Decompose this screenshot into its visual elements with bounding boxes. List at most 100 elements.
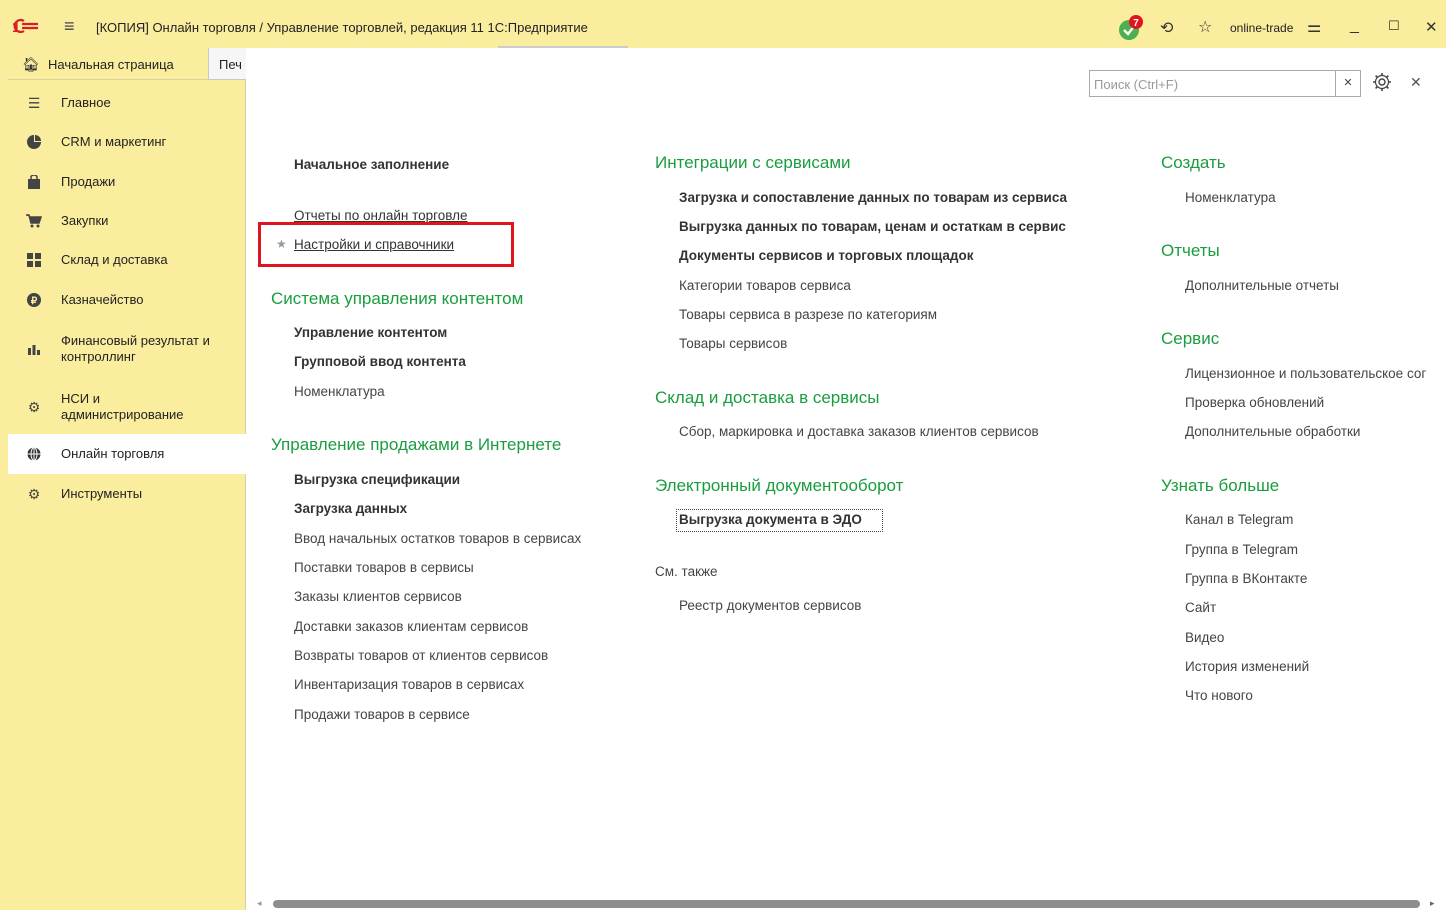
- search-placeholder: Поиск (Ctrl+F): [1094, 77, 1179, 92]
- search-input[interactable]: Поиск (Ctrl+F) ✕: [1089, 70, 1361, 97]
- link-sales-item[interactable]: Продажи товаров в сервисе: [294, 707, 470, 722]
- link-sales-item[interactable]: Заказы клиентов сервисов: [294, 589, 462, 604]
- sidebar-item-label: Казначейство: [61, 292, 144, 307]
- link-edo-item[interactable]: Выгрузка документа в ЭДО: [679, 512, 862, 527]
- link-integration-item[interactable]: Документы сервисов и торговых площадок: [679, 248, 974, 263]
- link-integration-item[interactable]: Товары сервисов: [679, 336, 787, 351]
- link-service-item[interactable]: Проверка обновлений: [1185, 395, 1324, 410]
- sidebar-item-online-trade[interactable]: Онлайн торговля: [8, 434, 246, 474]
- link-more-item[interactable]: Что нового: [1185, 688, 1253, 703]
- maximize-icon[interactable]: ☐: [1388, 18, 1400, 34]
- link-sales-item[interactable]: Загрузка данных: [294, 501, 407, 516]
- link-sales-item[interactable]: Ввод начальных остатков товаров в сервис…: [294, 531, 581, 546]
- link-initial-fill[interactable]: Начальное заполнение: [294, 157, 449, 172]
- sidebar-item-finance[interactable]: Финансовый результат и контроллинг: [8, 329, 246, 369]
- link-more-item[interactable]: История изменений: [1185, 659, 1309, 674]
- link-sales-item[interactable]: Доставки заказов клиентам сервисов: [294, 619, 528, 634]
- main-menu-icon[interactable]: ≡: [64, 17, 75, 35]
- sidebar-item-label: Главное: [61, 95, 111, 110]
- close-panel-icon[interactable]: ✕: [1410, 74, 1422, 91]
- sidebar-item-label: Онлайн торговля: [61, 446, 165, 461]
- favorites-star-icon[interactable]: ☆: [1198, 17, 1212, 37]
- history-icon[interactable]: ⟲: [1160, 18, 1173, 38]
- link-more-item[interactable]: Видео: [1185, 630, 1224, 645]
- pie-chart-icon: [26, 134, 42, 150]
- user-name[interactable]: online-trade: [1230, 21, 1293, 35]
- link-cms-item[interactable]: Управление контентом: [294, 325, 447, 340]
- bar-chart-icon: [26, 341, 42, 357]
- link-sales-item[interactable]: Возвраты товаров от клиентов сервисов: [294, 648, 548, 663]
- horizontal-scrollbar[interactable]: [273, 900, 1420, 908]
- sidebar-item-purchases[interactable]: Закупки: [8, 202, 246, 240]
- notification-icon[interactable]: 7: [1117, 15, 1143, 41]
- window-title: [КОПИЯ] Онлайн торговля / Управление тор…: [96, 20, 588, 35]
- sidebar-item-label: Закупки: [61, 213, 109, 228]
- tools-icon: ⚙: [27, 485, 41, 502]
- title-bar: 1 ≡ [КОПИЯ] Онлайн торговля / Управление…: [0, 0, 1446, 48]
- section-cms-title: Система управления контентом: [271, 289, 524, 308]
- section-reports-title: Отчеты: [1161, 241, 1220, 260]
- link-cms-item[interactable]: Номенклатура: [294, 384, 385, 399]
- svg-text:₽: ₽: [31, 296, 38, 307]
- scroll-left-icon[interactable]: ◂: [257, 898, 262, 909]
- link-see-also-item[interactable]: Реестр документов сервисов: [679, 598, 861, 613]
- link-more-item[interactable]: Группа в Telegram: [1185, 542, 1298, 557]
- link-reports-online[interactable]: Отчеты по онлайн торговле: [294, 208, 468, 223]
- cart-icon: [26, 213, 42, 229]
- link-more-item[interactable]: Сайт: [1185, 600, 1216, 615]
- link-service-item[interactable]: Лицензионное и пользовательское сог: [1185, 366, 1446, 381]
- link-sales-item[interactable]: Выгрузка спецификации: [294, 472, 460, 487]
- link-service-item[interactable]: Дополнительные обработки: [1185, 424, 1360, 439]
- link-integration-item[interactable]: Загрузка и сопоставление данных по товар…: [679, 190, 1067, 205]
- sidebar-item-label: Склад и доставка: [61, 252, 168, 267]
- link-sales-item[interactable]: Инвентаризация товаров в сервисах: [294, 677, 524, 692]
- 1c-logo-icon[interactable]: 1: [12, 18, 46, 34]
- section-integrations-title: Интеграции с сервисами: [655, 153, 851, 172]
- tab-home[interactable]: 🏠︎ Начальная страница: [8, 48, 208, 80]
- link-integration-item[interactable]: Выгрузка данных по товарам, ценам и оста…: [679, 219, 1066, 234]
- section-more-title: Узнать больше: [1161, 476, 1280, 495]
- clear-search-icon[interactable]: ✕: [1335, 71, 1360, 96]
- gear-icon: ⚙: [27, 398, 41, 415]
- link-cms-item[interactable]: Групповой ввод контента: [294, 354, 466, 369]
- sidebar-item-admin[interactable]: ⚙ НСИ и администрирование: [8, 387, 246, 427]
- sidebar-item-label: Продажи: [61, 174, 116, 189]
- scroll-right-icon[interactable]: ▸: [1430, 898, 1435, 909]
- settings-menu-icon[interactable]: ⚌: [1307, 17, 1321, 37]
- link-sales-item[interactable]: Поставки товаров в сервисы: [294, 560, 474, 575]
- globe-icon: [26, 446, 42, 462]
- sidebar-item-label: Финансовый результат и контроллинг: [61, 333, 210, 364]
- settings-gear-icon[interactable]: [1372, 72, 1392, 92]
- menu-lines-icon: ☰: [27, 94, 41, 111]
- sidebar-item-sales[interactable]: Продажи: [8, 163, 246, 201]
- home-icon: 🏠︎: [22, 56, 40, 72]
- notification-count: 7: [1133, 18, 1139, 29]
- section-edo-title: Электронный документооборот: [655, 476, 904, 495]
- link-more-item[interactable]: Группа в ВКонтакте: [1185, 571, 1307, 586]
- section-create-title: Создать: [1161, 153, 1226, 172]
- sidebar-item-main[interactable]: ☰ Главное: [8, 84, 246, 122]
- link-warehouse-item[interactable]: Сбор, маркировка и доставка заказов клие…: [679, 424, 1039, 439]
- section-warehouse-title: Склад и доставка в сервисы: [655, 388, 880, 407]
- sidebar-item-crm[interactable]: CRM и маркетинг: [8, 123, 246, 161]
- sidebar-item-label: CRM и маркетинг: [61, 134, 167, 149]
- link-integration-item[interactable]: Товары сервиса в разрезе по категориям: [679, 307, 937, 322]
- section-service-title: Сервис: [1161, 329, 1220, 348]
- link-more-item[interactable]: Канал в Telegram: [1185, 512, 1293, 527]
- highlight-box: [258, 222, 514, 267]
- section-sales-title: Управление продажами в Интернете: [271, 435, 562, 454]
- tab-second[interactable]: Печ: [208, 48, 246, 80]
- see-also-label: См. также: [655, 564, 718, 579]
- link-integration-item[interactable]: Категории товаров сервиса: [679, 278, 851, 293]
- minimize-icon[interactable]: _: [1350, 17, 1359, 35]
- sidebar-item-label: Инструменты: [61, 486, 143, 501]
- sidebar-item-warehouse[interactable]: Склад и доставка: [8, 241, 246, 279]
- sidebar-item-treasury[interactable]: ₽ Казначейство: [8, 281, 246, 319]
- close-window-icon[interactable]: ✕: [1425, 18, 1438, 36]
- coin-icon: ₽: [26, 292, 42, 308]
- warehouse-grid-icon: [26, 252, 42, 268]
- tab-second-label: Печ: [219, 57, 242, 72]
- sidebar-item-tools[interactable]: ⚙ Инструменты: [8, 475, 246, 513]
- link-create-item[interactable]: Номенклатура: [1185, 190, 1276, 205]
- link-reports-item[interactable]: Дополнительные отчеты: [1185, 278, 1339, 293]
